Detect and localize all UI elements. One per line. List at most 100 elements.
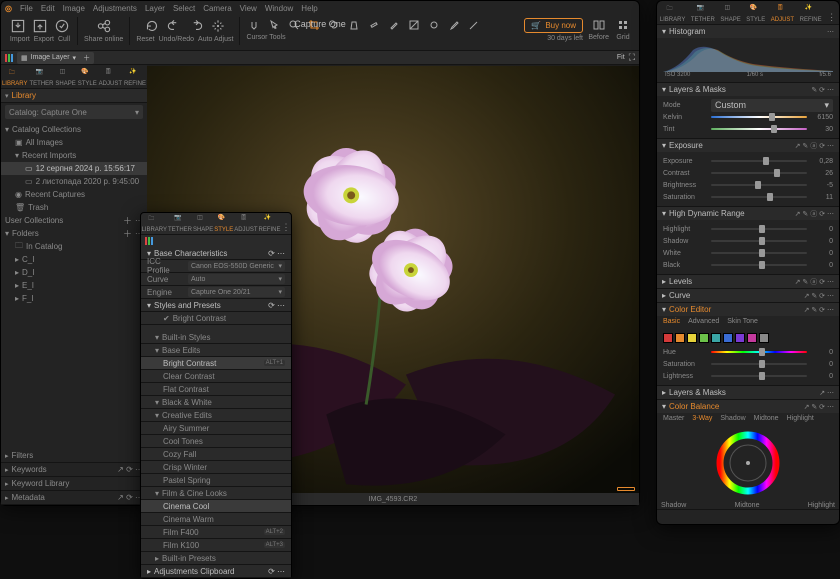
color-swatch[interactable]: [675, 333, 685, 343]
menu-image[interactable]: Image: [63, 4, 85, 13]
slider-contrast[interactable]: Contrast26: [663, 167, 833, 179]
folder-item[interactable]: 🗀In Catalog: [1, 240, 147, 253]
cb-tab-master[interactable]: Master: [663, 415, 684, 422]
gradient-tool-icon[interactable]: [406, 17, 422, 33]
menu-file[interactable]: File: [20, 4, 33, 13]
curve-head[interactable]: ▸Curve↗ ✎ ⟳ ⋯: [657, 289, 839, 302]
style-item[interactable]: Film K100ALT+3: [141, 539, 291, 552]
applied-style[interactable]: ✔Bright Contrast: [141, 312, 291, 325]
import-icon[interactable]: [9, 17, 27, 35]
filters-head[interactable]: ▸Filters: [1, 449, 147, 463]
share-icon[interactable]: [95, 17, 113, 35]
add-folder-icon[interactable]: ＋: [123, 227, 132, 240]
style-category[interactable]: ▾Creative Edits: [141, 409, 291, 422]
slider-black[interactable]: Black0: [663, 259, 833, 271]
ce-tab-skintone[interactable]: Skin Tone: [727, 318, 758, 325]
folders-head[interactable]: ▾Folders＋⋯: [1, 227, 147, 240]
recent-import-item[interactable]: ▭2 листопада 2020 р. 9:45:00: [1, 175, 147, 188]
library-head[interactable]: ▾Library: [1, 89, 147, 103]
recent-captures-item[interactable]: ◉Recent Captures: [1, 188, 147, 201]
menu-adjustments[interactable]: Adjustments: [93, 4, 137, 13]
slider-saturation[interactable]: Saturation11: [663, 191, 833, 203]
menu-layer[interactable]: Layer: [145, 4, 165, 13]
slider-highlight[interactable]: Highlight0: [663, 223, 833, 235]
color-swatch[interactable]: [687, 333, 697, 343]
ce-tab-basic[interactable]: Basic: [663, 318, 680, 325]
before-after-icon[interactable]: [591, 17, 607, 33]
pointer-tool-icon[interactable]: [266, 17, 282, 33]
tab-library[interactable]: 🗀LIBRARY: [2, 68, 28, 87]
color-wheel[interactable]: [713, 428, 783, 498]
tab-adjust[interactable]: 🎚ADJUST: [99, 68, 122, 87]
sp-tab-refine[interactable]: ✨REFINE: [259, 214, 281, 233]
rgb-readout-icon[interactable]: [5, 54, 13, 62]
tab-tether[interactable]: 📷TETHER: [29, 68, 53, 87]
color-swatch[interactable]: [711, 333, 721, 343]
style-item[interactable]: Cozy Fall: [141, 448, 291, 461]
tab-refine[interactable]: ✨REFINE: [124, 68, 146, 87]
pan-tool-icon[interactable]: [246, 17, 262, 33]
fullscreen-icon[interactable]: ⛶: [629, 52, 635, 63]
color-swatch[interactable]: [663, 333, 673, 343]
curve-row[interactable]: CurveAuto▾: [141, 273, 291, 286]
metadata-head[interactable]: ▸Metadata↗ ⟳ ⋯: [1, 491, 147, 505]
rp-tab-library[interactable]: 🗀LIBRARY: [660, 4, 686, 23]
keystone-tool-icon[interactable]: [346, 17, 362, 33]
keywords-head[interactable]: ▸Keywords↗ ⟳ ⋯: [1, 463, 147, 477]
slider-saturation[interactable]: Saturation0: [663, 358, 833, 370]
cb-tab-shadow[interactable]: Shadow: [720, 415, 745, 422]
recent-import-item[interactable]: ▭12 серпня 2024 р. 15:56:17: [1, 162, 147, 175]
user-collections-head[interactable]: User Collections＋⋯: [1, 214, 147, 227]
style-item[interactable]: Cinema Cool: [141, 500, 291, 513]
wb-mode-select[interactable]: Custom▾: [711, 99, 833, 112]
ce-tab-advanced[interactable]: Advanced: [688, 318, 719, 325]
color-swatch[interactable]: [723, 333, 733, 343]
slider-tint[interactable]: Tint30: [663, 123, 833, 135]
reset-icon[interactable]: [143, 17, 161, 35]
add-collection-icon[interactable]: ＋: [123, 214, 132, 227]
style-item[interactable]: Clear Contrast: [141, 370, 291, 383]
layers-masks-head[interactable]: ▾Layers & Masks✎ ⟳ ⋯: [657, 83, 839, 96]
style-category[interactable]: ▾Base Edits: [141, 344, 291, 357]
style-item[interactable]: Airy Summer: [141, 422, 291, 435]
style-item[interactable]: Crisp Winter: [141, 461, 291, 474]
folder-item[interactable]: ▸D_I: [1, 266, 147, 279]
layers-masks-collapsed[interactable]: ▸Layers & Masks↗ ⋯: [657, 386, 839, 399]
heal-tool-icon[interactable]: [366, 17, 382, 33]
menu-select[interactable]: Select: [173, 4, 195, 13]
color-editor-head[interactable]: ▾Color Editor↗ ✎ ⟳ ⋯: [657, 303, 839, 316]
catalog-selector[interactable]: Catalog: Capture One▾: [5, 105, 143, 119]
histogram-head[interactable]: ▾Histogram⋯: [657, 25, 839, 38]
slider-exposure[interactable]: Exposure0,28: [663, 155, 833, 167]
exposure-head[interactable]: ▾Exposure↗ ✎ ⓐ ⟳ ⋯: [657, 139, 839, 152]
color-swatch[interactable]: [735, 333, 745, 343]
zoom-display[interactable]: Fit: [617, 54, 625, 61]
catalog-collections-head[interactable]: ▾Catalog Collections: [1, 123, 147, 136]
style-item[interactable]: Cinema Warm: [141, 513, 291, 526]
sp-tab-shape[interactable]: ◫SHAPE: [193, 214, 213, 233]
folder-item[interactable]: ▸E_I: [1, 279, 147, 292]
rp-tab-tether[interactable]: 📷TETHER: [691, 4, 715, 23]
annotate-tool-icon[interactable]: [466, 17, 482, 33]
cull-icon[interactable]: [53, 17, 71, 35]
style-item[interactable]: Film F400ALT+2: [141, 526, 291, 539]
picker-tool-icon[interactable]: [446, 17, 462, 33]
styles-presets-head[interactable]: ▾Styles and Presets⟳ ⋯: [141, 299, 291, 312]
levels-head[interactable]: ▸Levels↗ ✎ ⓐ ⟳ ⋯: [657, 275, 839, 288]
slider-brightness[interactable]: Brightness-5: [663, 179, 833, 191]
color-swatch[interactable]: [759, 333, 769, 343]
icc-profile-row[interactable]: ICC ProfileCanon EOS-550D Generic▾: [141, 260, 291, 273]
cb-tab-3way[interactable]: 3-Way: [692, 415, 712, 422]
sp-tab-library[interactable]: 🗀LIBRARY: [141, 214, 167, 233]
rp-tab-refine[interactable]: ✨REFINE: [800, 4, 822, 23]
builtin-styles-head[interactable]: ▾Built-in Styles: [141, 331, 291, 344]
style-item[interactable]: Pastel Spring: [141, 474, 291, 487]
menu-window[interactable]: Window: [265, 4, 293, 13]
sp-tab-adjust[interactable]: 🎚ADJUST: [234, 214, 257, 233]
rp-tab-adjust[interactable]: 🎚ADJUST: [771, 4, 794, 23]
radial-tool-icon[interactable]: [426, 17, 442, 33]
color-balance-head[interactable]: ▾Color Balance↗ ✎ ⟳ ⋯: [657, 400, 839, 413]
cb-tab-midtone[interactable]: Midtone: [754, 415, 779, 422]
engine-row[interactable]: EngineCapture One 20/21▾: [141, 286, 291, 299]
redo-icon[interactable]: [187, 17, 205, 35]
